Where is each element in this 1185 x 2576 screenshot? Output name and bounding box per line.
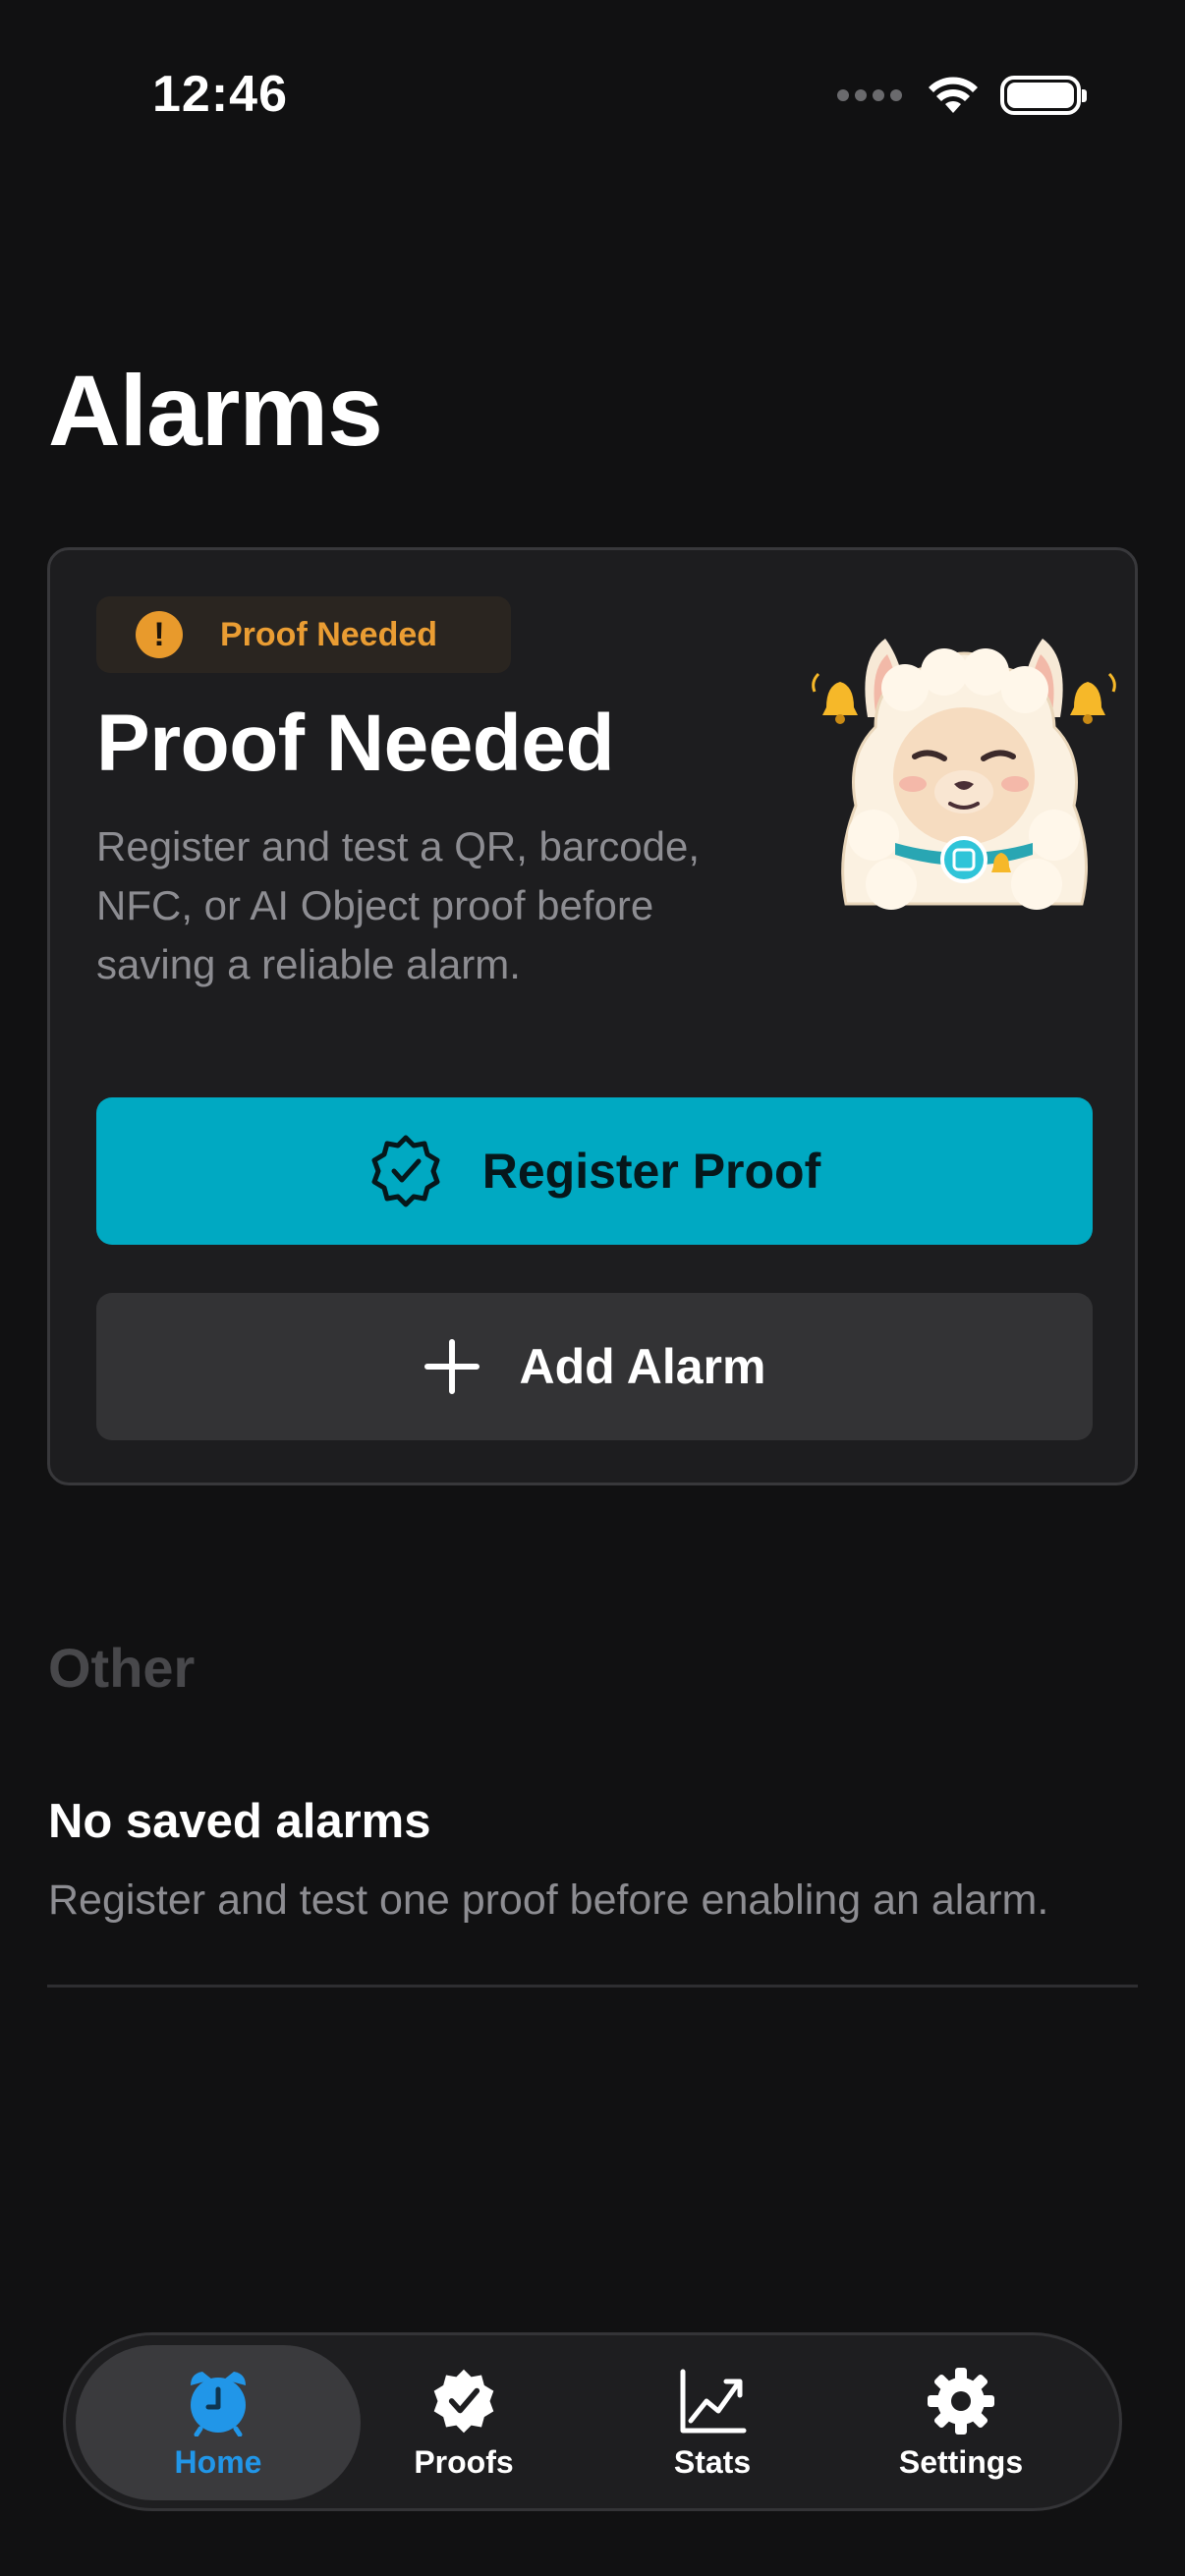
tab-label: Proofs — [414, 2443, 514, 2480]
badge-label: Proof Needed — [220, 615, 438, 653]
tab-label: Settings — [898, 2443, 1024, 2480]
empty-state-title: No saved alarms — [48, 1795, 431, 1848]
tab-stats[interactable]: Stats — [570, 2345, 855, 2500]
checkmark-seal-icon — [371, 1135, 440, 1207]
plus-icon — [423, 1339, 480, 1394]
status-indicators — [837, 71, 1087, 120]
wifi-icon — [929, 77, 978, 113]
status-badge: ! Proof Needed — [96, 596, 511, 673]
cellular-signal-icon — [837, 89, 902, 101]
empty-state-description: Register and test one proof before enabl… — [48, 1876, 1049, 1924]
register-proof-button[interactable]: Register Proof — [96, 1097, 1093, 1245]
tab-bar: Home Proofs Stats Settings — [63, 2332, 1122, 2511]
gear-icon — [928, 2367, 994, 2435]
add-alarm-button[interactable]: Add Alarm — [96, 1293, 1093, 1440]
alarms-screen: 12:46 Alarms ! Proof Needed Proof Needed… — [0, 0, 1185, 2576]
section-title-other: Other — [48, 1637, 196, 1699]
add-alarm-label: Add Alarm — [519, 1339, 766, 1394]
battery-icon — [1000, 76, 1087, 115]
bell-icon — [1070, 672, 1116, 724]
bell-icon — [812, 672, 858, 724]
llama-mascot-illustration — [812, 639, 1116, 910]
divider — [47, 1985, 1138, 1988]
page-title: Alarms — [48, 355, 383, 467]
card-description: Register and test a QR, barcode, NFC, or… — [96, 823, 700, 987]
status-time: 12:46 — [152, 66, 288, 123]
tab-label: Home — [174, 2443, 262, 2480]
tab-settings[interactable]: Settings — [818, 2345, 1103, 2500]
register-proof-label: Register Proof — [481, 1144, 821, 1199]
alarm-clock-icon — [191, 2371, 246, 2436]
proof-needed-card: ! Proof Needed Proof Needed Register and… — [47, 547, 1138, 1485]
exclamation-icon: ! — [136, 611, 183, 658]
tab-label: Stats — [673, 2443, 752, 2480]
tab-home[interactable]: Home — [76, 2345, 361, 2500]
chart-line-icon — [680, 2369, 747, 2433]
checkmark-seal-icon — [433, 2369, 494, 2433]
card-title: Proof Needed — [96, 699, 615, 788]
tab-proofs[interactable]: Proofs — [321, 2345, 606, 2500]
